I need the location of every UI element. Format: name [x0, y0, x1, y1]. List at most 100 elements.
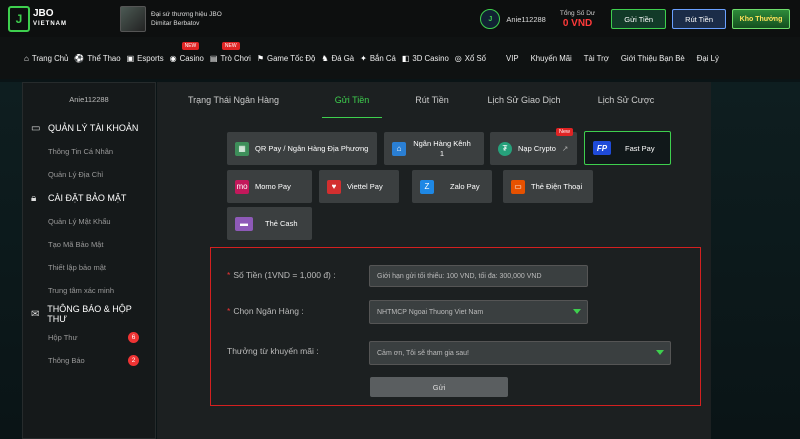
fastpay-icon: FP [593, 141, 611, 155]
tab-bar: Trạng Thái Ngân Hàng Gửi Tiền Rút Tiền L… [157, 82, 711, 118]
momo-icon: mo [235, 179, 249, 194]
notification-count-badge: 2 [128, 355, 139, 366]
gamepad-icon: ▣ [126, 53, 135, 63]
tether-icon: ₮ [498, 141, 512, 156]
withdraw-button[interactable]: Rút Tiền [672, 9, 726, 29]
zalo-icon: Z [420, 179, 434, 194]
sidebar-section-security[interactable]: 🔒︎ CÀI ĐẶT BẢO MẬT [23, 186, 155, 210]
pay-crypto[interactable]: New ₮ Nạp Crypto ↗ [490, 128, 577, 165]
pay-cash-card[interactable]: ▬ Thẻ Cash [227, 207, 312, 240]
lock-icon: 🔒︎ [31, 192, 37, 204]
nav-3d-casino[interactable]: ◧ 3D Casino [402, 54, 449, 63]
lottery-icon: ◎ [454, 53, 462, 63]
bank-select[interactable]: NHTMCP Ngoai Thuong Viet Nam [369, 300, 588, 324]
tab-bet-history[interactable]: Lịch Sử Cược [566, 82, 686, 118]
tab-deposit[interactable]: Gửi Tiền [322, 82, 382, 118]
sidebar-item-security-code[interactable]: Tạo Mã Bảo Mật [23, 233, 155, 256]
ambassador-line1: Đại sứ thương hiệu JBO [151, 10, 222, 18]
nav-agent[interactable]: Đại Lý [697, 54, 719, 63]
promo-select[interactable]: Cảm ơn, Tôi sẽ tham gia sau! [369, 341, 671, 365]
sidebar-item-inbox[interactable]: Hộp Thư 6 [23, 326, 155, 349]
inbox-count-badge: 6 [128, 332, 139, 343]
nav-referral[interactable]: Giới Thiệu Bạn Bè [621, 54, 685, 63]
sidebar-item-password[interactable]: Quản Lý Mật Khẩu [23, 210, 155, 233]
rooster-icon: ♞ [321, 53, 329, 63]
sidebar-item-verification[interactable]: Trung tâm xác minh [23, 279, 155, 302]
cube-icon: ◧ [401, 53, 410, 63]
amount-label: * Số Tiền (1VND = 1,000 đ) : [227, 270, 336, 280]
nav-vip[interactable]: VIP [506, 54, 519, 63]
account-sidebar: Anie112288 ▭ QUẢN LÝ TÀI KHOẢN Thông Tin … [22, 82, 156, 439]
logo[interactable]: J JBO VIETNAM [8, 5, 108, 32]
ambassador-banner: Đại sứ thương hiệu JBO Dimitar Berbatov [120, 5, 222, 32]
nav-games[interactable]: NEW ▤ Trò Chơi [209, 41, 251, 63]
pay-momo[interactable]: mo Momo Pay [227, 170, 312, 203]
top-header: J JBO VIETNAM Đại sứ thương hiệu JBO Dimit… [0, 0, 800, 37]
tab-transaction-history[interactable]: Lịch Sử Giao Dịch [482, 82, 566, 118]
pay-fast-pay[interactable]: FP Fast Pay [584, 131, 671, 165]
rewards-button[interactable]: Kho Thưởng [732, 9, 790, 29]
sidebar-section-account[interactable]: ▭ QUẢN LÝ TÀI KHOẢN [23, 116, 155, 140]
envelope-icon: ✉ [31, 308, 40, 320]
deposit-form: * Số Tiền (1VND = 1,000 đ) : Giới hạn gửi… [210, 247, 701, 406]
cash-card-icon: ▬ [235, 216, 253, 231]
username: Anie112288 [506, 14, 546, 24]
sidebar-item-address[interactable]: Quản Lý Địa Chỉ [23, 163, 155, 186]
balance: Tổng Số Dư 0 VND [560, 9, 595, 29]
pay-phone-card[interactable]: ▭ Thẻ Điện Thoại [503, 170, 593, 203]
main-panel: Trạng Thái Ngân Hàng Gửi Tiền Rút Tiền L… [157, 82, 711, 439]
balance-value: 0 VND [562, 18, 593, 29]
sidebar-item-profile[interactable]: Thông Tin Cá Nhân [23, 140, 155, 163]
background-right [711, 82, 800, 439]
sidebar-username: Anie112288 [69, 95, 109, 104]
id-card-icon: ▭ [31, 122, 41, 134]
deposit-button[interactable]: Gửi Tiền [611, 9, 667, 29]
user-avatar-icon[interactable]: J [480, 9, 501, 29]
nav-lottery[interactable]: ◎ Xổ Số [455, 54, 486, 63]
logo-main: JBO [33, 7, 54, 19]
chevron-down-icon [573, 309, 581, 314]
speed-icon: ⚑ [256, 53, 264, 63]
background-left [0, 82, 22, 439]
promo-label: Thưởng từ khuyến mãi : [227, 346, 319, 356]
slot-icon: ▤ [209, 53, 218, 63]
home-icon: ⌂ [24, 53, 29, 63]
nav-cockfight[interactable]: ♞ Đá Gà [321, 54, 354, 63]
nav-fishing[interactable]: ✦ Bắn Cá [360, 54, 396, 63]
soccer-icon: ⚽ [74, 53, 85, 63]
pay-bank-channel-1[interactable]: ⌂ Ngân Hàng Kênh 1 [384, 132, 484, 165]
viettel-icon: ♥ [327, 179, 341, 194]
sidebar-section-messages[interactable]: ✉ THÔNG BÁO & HỘP THƯ [23, 302, 155, 326]
fish-icon: ✦ [360, 53, 367, 63]
logo-sub: VIETNAM [33, 20, 67, 27]
ambassador-line2: Dimitar Berbatov [151, 19, 200, 27]
nav-home[interactable]: ⌂ Trang Chủ [24, 54, 68, 63]
ambassador-photo [120, 5, 146, 32]
logo-mark-icon: J [8, 5, 30, 32]
new-badge: NEW [221, 41, 240, 50]
bank-label: * Chọn Ngân Hàng : [227, 306, 304, 316]
nav-speed-game[interactable]: ⚑ Game Tốc Độ [257, 54, 316, 63]
sidebar-item-notifications[interactable]: Thông Báo 2 [23, 349, 155, 372]
amount-input[interactable]: Giới hạn gửi tối thiểu: 100 VND, tối đa:… [369, 265, 588, 287]
qr-icon: ▦ [235, 141, 249, 156]
casino-chip-icon: ◉ [169, 53, 177, 63]
nav-sponsorship[interactable]: Tài Trợ [584, 54, 609, 63]
tab-bank-status[interactable]: Trạng Thái Ngân Hàng [188, 82, 325, 118]
bank-icon: ⌂ [392, 141, 406, 156]
nav-promotions[interactable]: Khuyến Mãi [531, 54, 572, 63]
pay-viettel[interactable]: ♥ Viettel Pay [319, 170, 399, 203]
chevron-down-icon [656, 350, 664, 355]
phone-card-icon: ▭ [511, 179, 525, 194]
submit-button[interactable]: Gửi [370, 377, 508, 397]
nav-sports[interactable]: ⚽ Thể Thao [74, 54, 120, 63]
tab-withdraw[interactable]: Rút Tiền [382, 82, 482, 118]
nav-casino[interactable]: NEW ◉ Casino [169, 41, 204, 63]
external-link-icon: ↗ [561, 144, 569, 153]
nav-esports[interactable]: ▣ Esports [127, 54, 164, 63]
main-nav: ⌂ Trang Chủ ⚽ Thể Thao ▣ Esports NEW ◉ Casino… [0, 37, 800, 79]
pay-zalo[interactable]: Z Zalo Pay [412, 170, 492, 203]
sidebar-item-security-settings[interactable]: Thiết lập bảo mật [23, 256, 155, 279]
new-badge: NEW [181, 41, 200, 50]
pay-qr-local-bank[interactable]: ▦ QR Pay / Ngân Hàng Địa Phương [227, 132, 377, 165]
